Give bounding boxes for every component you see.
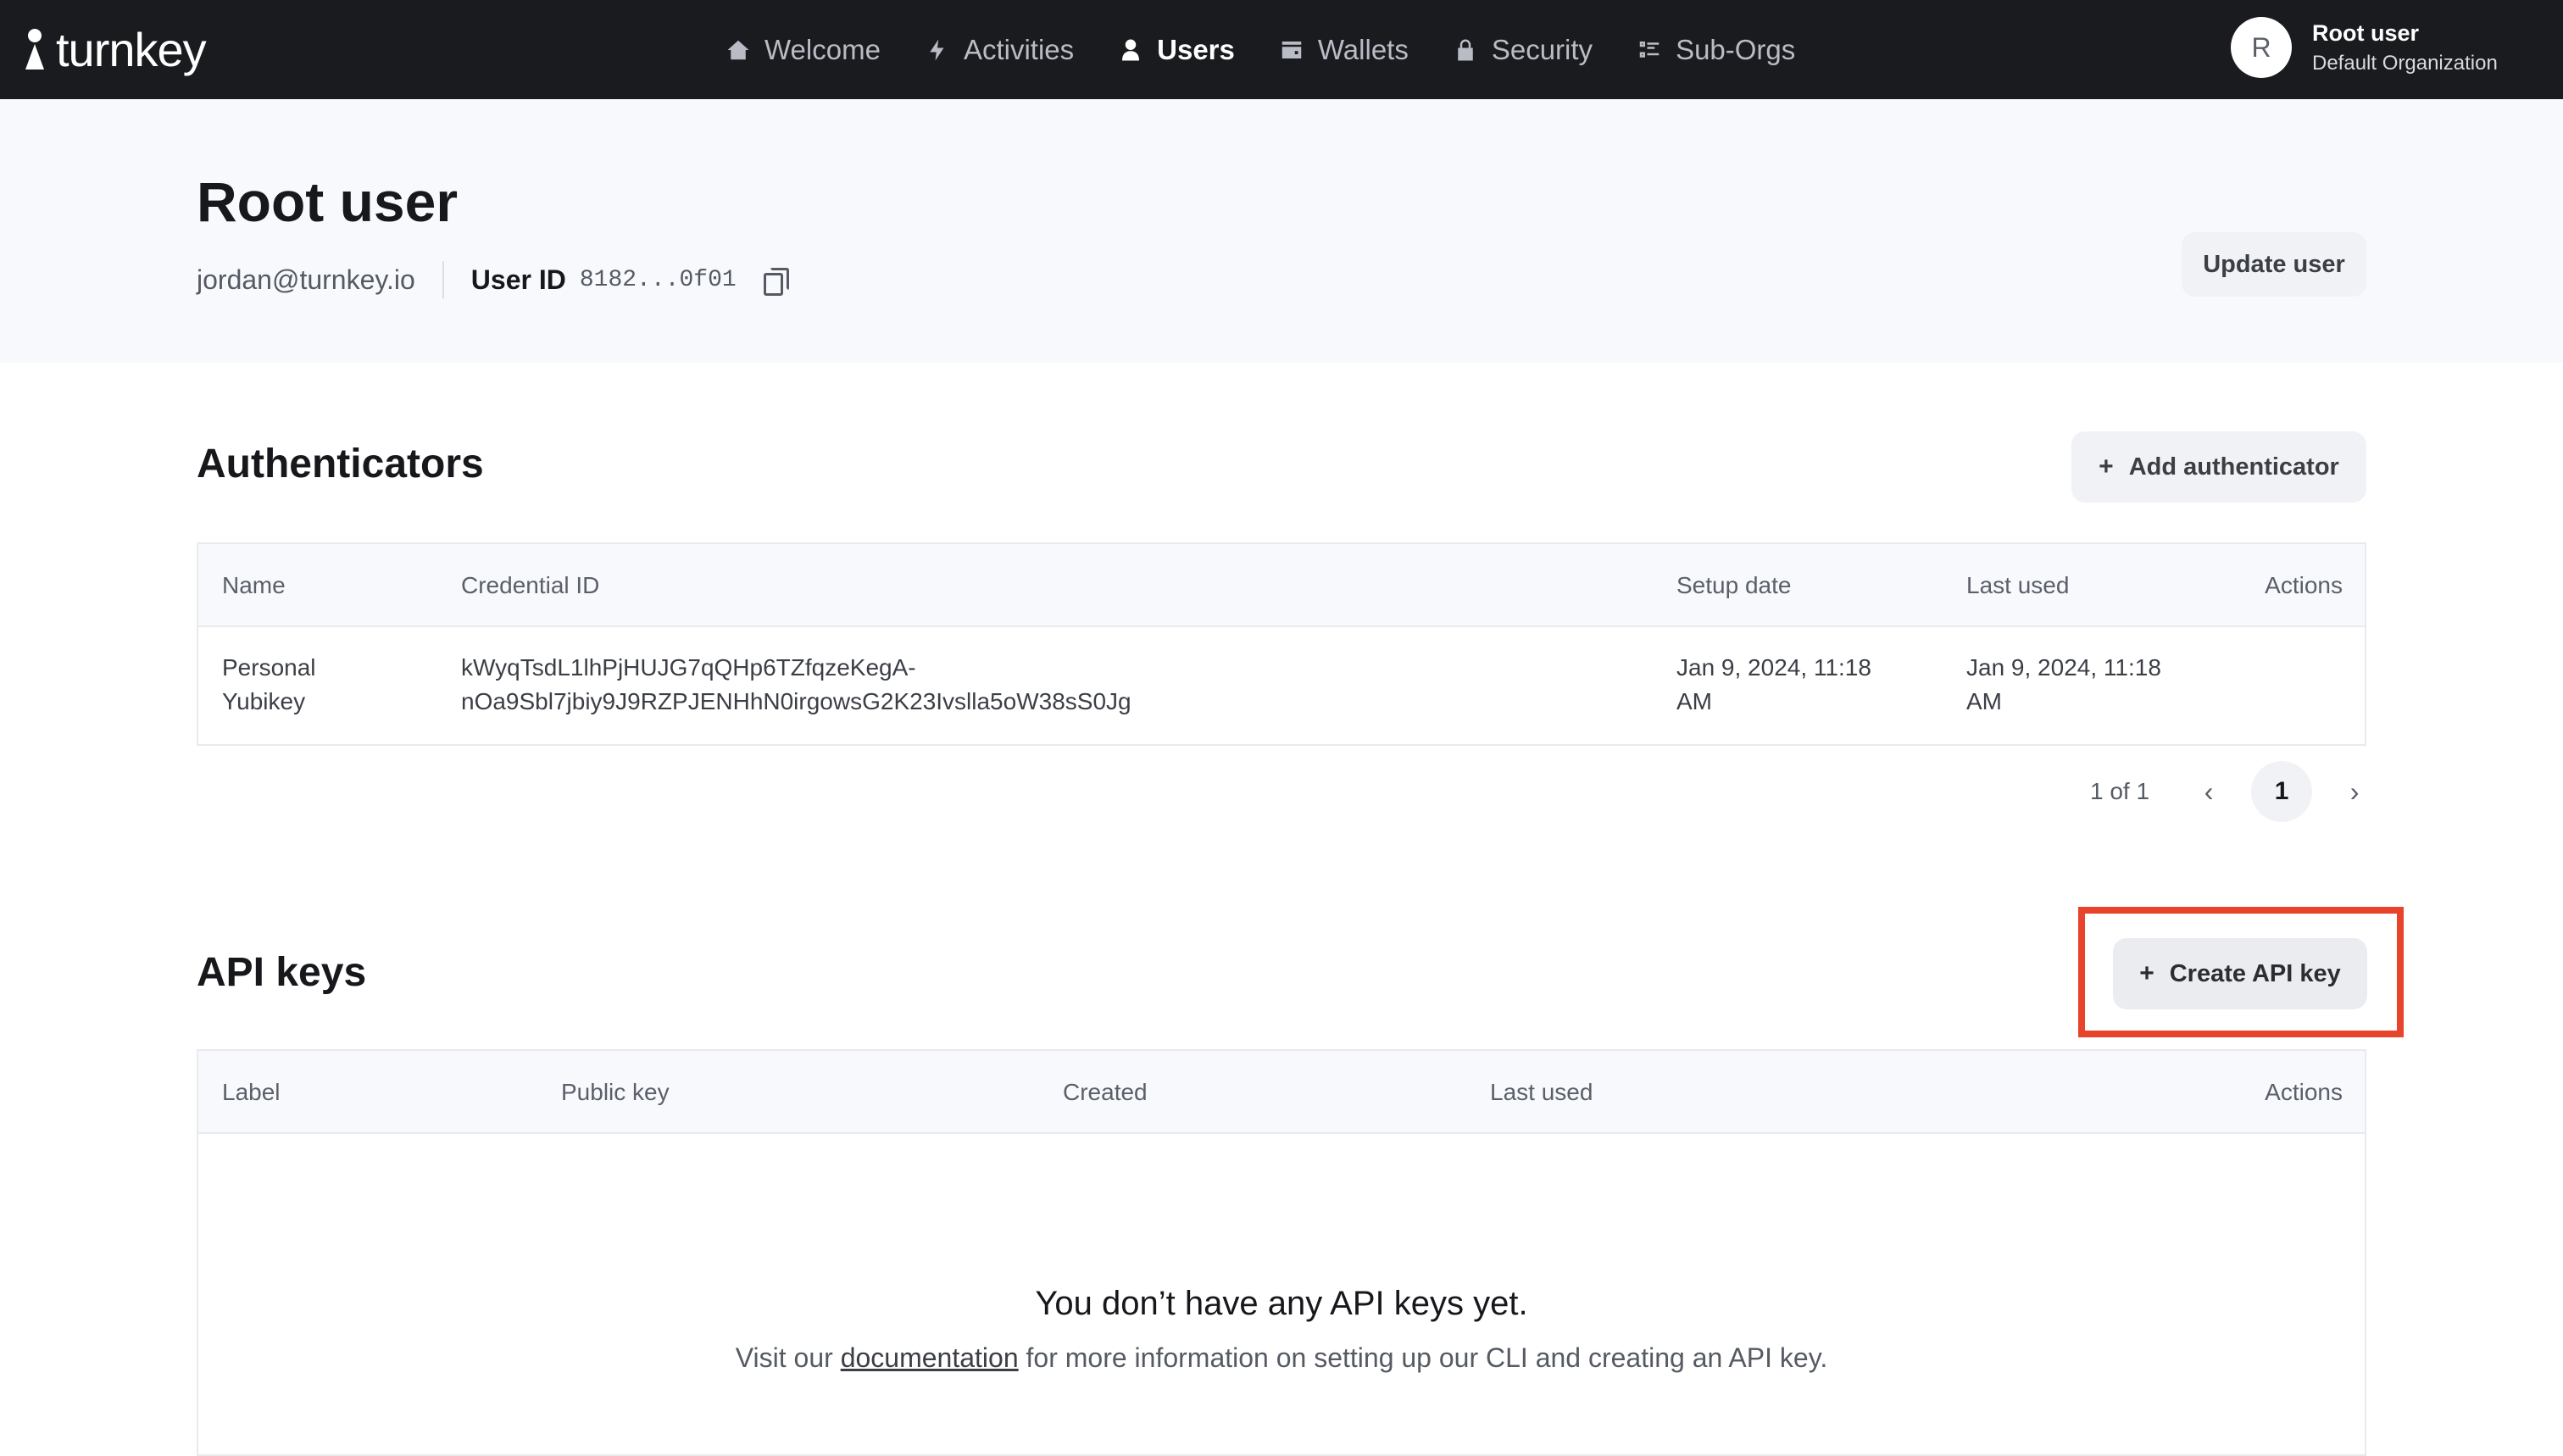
- date-line: AM: [1676, 688, 1712, 714]
- column-header: Actions: [2265, 572, 2343, 598]
- credential-line: nOa9Sbl7jbiy9J9RZPJENHhN0irgowsG2K23Ivsl…: [461, 688, 1131, 714]
- meta-divider: [442, 261, 444, 298]
- nav-label: Welcome: [764, 33, 881, 65]
- table-header: Name Credential ID Setup date Last used …: [198, 544, 2365, 627]
- nav-label: Activities: [963, 33, 1075, 65]
- create-api-key-button[interactable]: + Create API key: [2113, 938, 2367, 1009]
- empty-text: Visit our: [735, 1342, 841, 1373]
- empty-state-message: Visit our documentation for more informa…: [197, 1342, 2366, 1374]
- lock-icon: [1453, 37, 1478, 63]
- last-used: Jan 9, 2024, 11:18 AM: [1966, 651, 2161, 719]
- column-header: Credential ID: [461, 572, 600, 598]
- column-header: Actions: [2265, 1079, 2343, 1105]
- keyhole-logo-icon: [25, 28, 44, 71]
- nav-item-activities[interactable]: Activities: [925, 34, 1074, 66]
- column-header: Last used: [1490, 1079, 1593, 1105]
- nav-label: Wallets: [1317, 33, 1409, 65]
- avatar: R: [2231, 17, 2292, 78]
- documentation-link[interactable]: documentation: [841, 1342, 1019, 1373]
- empty-text: for more information on setting up our C…: [1018, 1342, 1828, 1373]
- nav-label: Users: [1157, 33, 1235, 65]
- column-header: Label: [222, 1079, 281, 1105]
- column-header: Last used: [1966, 572, 2070, 598]
- nav-item-wallets[interactable]: Wallets: [1279, 34, 1409, 66]
- user-email: jordan@turnkey.io: [197, 264, 415, 295]
- pagination: 1 of 1 ‹ 1 ›: [2090, 761, 2371, 822]
- plus-icon: +: [2099, 453, 2114, 481]
- chevron-right-icon[interactable]: ›: [2338, 776, 2371, 808]
- column-header: Created: [1063, 1079, 1148, 1105]
- user-id-label: User ID: [470, 264, 566, 295]
- add-authenticator-button[interactable]: + Add authenticator: [2071, 431, 2366, 503]
- update-user-button[interactable]: Update user: [2182, 232, 2366, 297]
- table-header: Label Public key Created Last used Actio…: [198, 1051, 2365, 1134]
- page-title: Root user: [197, 170, 459, 233]
- pagination-info: 1 of 1: [2090, 778, 2150, 804]
- date-line: Jan 9, 2024, 11:18: [1676, 654, 1871, 681]
- api-keys-title: API keys: [197, 950, 367, 995]
- create-api-key-label: Create API key: [2169, 959, 2341, 987]
- table-row: Personal Yubikey kWyqTsdL1lhPjHUJG7qQHp6…: [198, 627, 2365, 744]
- user-icon: [1118, 37, 1143, 63]
- home-icon: [726, 37, 751, 63]
- wallet-icon: [1279, 37, 1304, 63]
- name-line: Personal: [222, 654, 316, 681]
- copy-icon[interactable]: [763, 268, 789, 296]
- api-keys-table: Label Public key Created Last used Actio…: [197, 1049, 2366, 1456]
- nav-item-sub-orgs[interactable]: Sub-Orgs: [1637, 34, 1795, 66]
- credential-id: kWyqTsdL1lhPjHUJG7qQHp6TZfqzeKegA- nOa9S…: [461, 651, 1131, 719]
- setup-date: Jan 9, 2024, 11:18 AM: [1676, 651, 1871, 719]
- date-line: Jan 9, 2024, 11:18: [1966, 654, 2161, 681]
- nav-label: Sub-Orgs: [1676, 33, 1796, 65]
- column-header: Public key: [561, 1079, 670, 1105]
- brand-name: turnkey: [56, 23, 207, 76]
- empty-state-title: You don’t have any API keys yet.: [1035, 1285, 1528, 1322]
- column-header: Name: [222, 572, 286, 598]
- nav-item-security[interactable]: Security: [1453, 34, 1593, 66]
- profile-name: Root user: [2312, 19, 2420, 46]
- profile-menu[interactable]: R Root user Default Organization: [2231, 17, 2498, 78]
- authenticators-title: Authenticators: [197, 442, 484, 486]
- nav-label: Security: [1491, 33, 1593, 65]
- main-nav: Welcome Activities Users Wallets Securit…: [726, 0, 1795, 99]
- column-header: Setup date: [1676, 572, 1792, 598]
- turnkey-logo[interactable]: turnkey: [25, 22, 207, 77]
- nav-item-welcome[interactable]: Welcome: [726, 34, 881, 66]
- plus-icon: +: [2139, 959, 2154, 987]
- profile-org: Default Organization: [2312, 51, 2498, 75]
- chevron-left-icon[interactable]: ‹: [2192, 776, 2226, 808]
- page-button[interactable]: 1: [2251, 761, 2313, 822]
- add-authenticator-label: Add authenticator: [2128, 453, 2339, 481]
- name-line: Yubikey: [222, 688, 306, 714]
- nav-item-users[interactable]: Users: [1118, 34, 1235, 66]
- user-meta: jordan@turnkey.io User ID 8182...0f01: [197, 261, 789, 298]
- authenticators-table: Name Credential ID Setup date Last used …: [197, 542, 2366, 746]
- list-icon: [1637, 37, 1662, 63]
- authenticator-name: Personal Yubikey: [222, 651, 316, 719]
- top-navbar: turnkey Welcome Activities Users Wallets…: [0, 0, 2563, 99]
- credential-line: kWyqTsdL1lhPjHUJG7qQHp6TZfqzeKegA-: [461, 654, 916, 681]
- user-id-value: 8182...0f01: [579, 266, 737, 293]
- bolt-icon: [925, 37, 950, 63]
- date-line: AM: [1966, 688, 2002, 714]
